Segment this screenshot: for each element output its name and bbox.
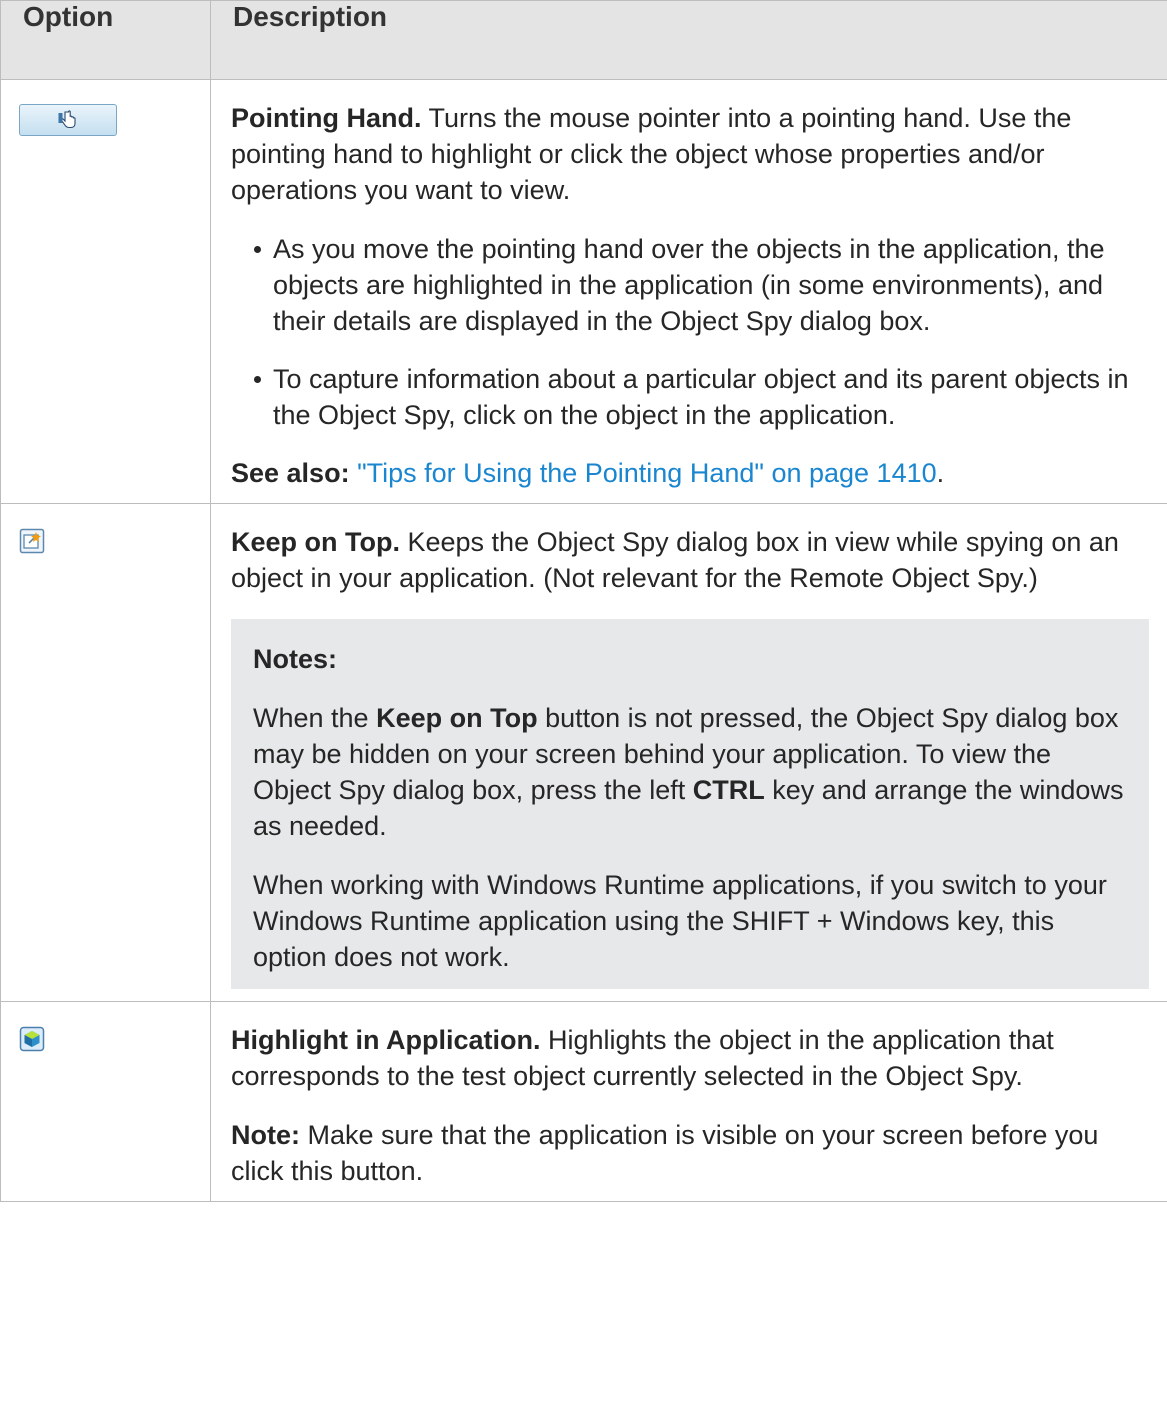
description-cell: Pointing Hand. Turns the mouse pointer i…	[210, 79, 1167, 504]
see-also-line: See also: "Tips for Using the Pointing H…	[231, 455, 1149, 491]
pointing-hand-bullets: As you move the pointing hand over the o…	[231, 231, 1149, 433]
tips-pointing-hand-link[interactable]: "Tips for Using the Pointing Hand" on pa…	[357, 458, 937, 488]
note-label: Note:	[231, 1120, 300, 1150]
option-column-header: Option	[0, 0, 211, 80]
table-row-keep-on-top: Keep on Top. Keeps the Object Spy dialog…	[0, 503, 1167, 1002]
table-row-highlight: Highlight in Application. Highlights the…	[0, 1001, 1167, 1202]
pointing-hand-description: Pointing Hand. Turns the mouse pointer i…	[231, 100, 1149, 208]
note-text: When the	[253, 703, 377, 733]
see-also-label: See also:	[231, 458, 350, 488]
highlight-description: Highlight in Application. Highlights the…	[231, 1022, 1149, 1094]
highlight-in-application-icon[interactable]	[19, 1026, 45, 1052]
keep-on-top-description: Keep on Top. Keeps the Object Spy dialog…	[231, 524, 1149, 596]
note-text: Make sure that the application is visibl…	[231, 1120, 1099, 1186]
pointing-hand-button[interactable]	[19, 104, 117, 136]
list-item: As you move the pointing hand over the o…	[254, 231, 1149, 339]
notes-heading: Notes:	[253, 641, 1129, 677]
note-bold: Keep on Top	[376, 703, 538, 733]
options-table: Option Description Pointing Hand. Turns …	[0, 0, 1167, 1202]
description-column-header: Description	[210, 0, 1167, 80]
note-paragraph-1: When the Keep on Top button is not press…	[253, 700, 1129, 844]
note-paragraph-2: When working with Windows Runtime applic…	[253, 870, 1107, 972]
pointing-hand-icon	[58, 110, 76, 129]
table-row-pointing-hand: Pointing Hand. Turns the mouse pointer i…	[0, 79, 1167, 504]
description-cell: Highlight in Application. Highlights the…	[210, 1001, 1167, 1202]
note-bold: CTRL	[692, 775, 765, 805]
option-cell	[0, 79, 211, 504]
option-cell	[0, 1001, 211, 1202]
see-also-end: .	[936, 458, 945, 488]
keep-on-top-title: Keep on Top.	[231, 527, 400, 557]
notes-heading-text: Notes:	[253, 644, 338, 674]
pointing-hand-title: Pointing Hand.	[231, 103, 422, 133]
keep-on-top-icon[interactable]	[19, 528, 45, 554]
list-item: To capture information about a particula…	[254, 361, 1149, 433]
highlight-note: Note: Make sure that the application is …	[231, 1117, 1149, 1189]
option-cell	[0, 503, 211, 1002]
description-cell: Keep on Top. Keeps the Object Spy dialog…	[210, 503, 1167, 1002]
highlight-title: Highlight in Application.	[231, 1025, 541, 1055]
notes-box: Notes: When the Keep on Top button is no…	[231, 619, 1149, 989]
table-header-row: Option Description	[0, 0, 1167, 80]
